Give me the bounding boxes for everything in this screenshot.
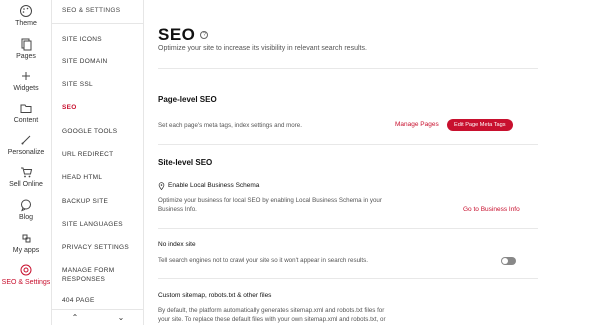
local-business-description-line1: Optimize your business for local SEO by … — [158, 197, 382, 204]
divider — [158, 278, 538, 279]
settings-menu: SEO & SETTINGS SITE ICONS SITE DOMAIN SI… — [52, 0, 144, 325]
rail-item-seo-settings[interactable]: SEO & Settings — [0, 263, 52, 286]
chevron-down-icon[interactable]: ⌄ — [118, 313, 125, 322]
pages-icon — [21, 38, 32, 51]
rail-item-personalize[interactable]: Personalize — [0, 133, 52, 156]
chevron-up-icon[interactable]: ⌃ — [72, 313, 79, 322]
menu-item-site-ssl[interactable]: SITE SSL — [62, 80, 142, 89]
rail-label: Sell Online — [9, 181, 43, 188]
divider — [158, 68, 538, 69]
settings-icon — [20, 264, 32, 276]
menu-item-backup-site[interactable]: BACKUP SITE — [62, 197, 142, 206]
menu-item-head-html[interactable]: HEAD HTML — [62, 173, 142, 182]
rail-label: Content — [13, 117, 39, 124]
divider — [158, 144, 538, 145]
rail-item-sell-online[interactable]: Sell Online — [0, 165, 52, 188]
no-index-toggle[interactable] — [501, 257, 516, 265]
location-pin-icon — [158, 182, 165, 190]
apps-icon — [22, 234, 31, 243]
icon-rail: Theme Pages Widgets Content Personalize … — [0, 0, 52, 325]
manage-pages-link[interactable]: Manage Pages — [395, 121, 439, 128]
go-to-business-info-link[interactable]: Go to Business Info — [463, 206, 520, 213]
page-level-seo-title: Page-level SEO — [158, 95, 217, 104]
no-index-description: Tell search engines not to crawl your si… — [158, 257, 368, 264]
rail-item-blog[interactable]: Blog — [0, 198, 52, 221]
page-title: SEO — [158, 25, 196, 44]
rail-item-widgets[interactable]: Widgets — [0, 69, 52, 92]
custom-files-description-line2: your site. To replace these default file… — [158, 316, 386, 323]
cart-icon — [21, 167, 33, 178]
menu-item-google-tools[interactable]: GOOGLE TOOLS — [62, 127, 142, 136]
title-row: SEO ? — [158, 25, 209, 45]
menu-item-privacy-settings[interactable]: PRIVACY SETTINGS — [62, 243, 142, 252]
menu-item-404-page[interactable]: 404 PAGE — [62, 296, 142, 305]
menu-item-site-domain[interactable]: SITE DOMAIN — [62, 57, 142, 66]
menu-header: SEO & SETTINGS — [52, 0, 144, 24]
rail-item-theme[interactable]: Theme — [0, 4, 52, 27]
rail-label: Pages — [16, 53, 36, 60]
divider — [158, 228, 538, 229]
rail-item-my-apps[interactable]: My apps — [0, 231, 52, 254]
help-icon[interactable]: ? — [200, 31, 209, 39]
rail-label: Theme — [15, 20, 37, 27]
rail-label: Blog — [18, 214, 33, 221]
rail-label: Personalize — [7, 149, 45, 156]
menu-item-site-languages[interactable]: SITE LANGUAGES — [62, 220, 142, 229]
no-index-label: No index site — [158, 241, 196, 248]
menu-item-manage-form-responses[interactable]: MANAGE FORM RESPONSES — [62, 266, 142, 284]
local-business-label: Enable Local Business Schema — [168, 182, 260, 189]
personalize-icon — [21, 135, 31, 145]
seo-panel: SEO ? Optimize your site to increase its… — [158, 0, 538, 325]
rail-label: Widgets — [13, 85, 39, 92]
page-subtitle: Optimize your site to increase its visib… — [158, 45, 367, 52]
rail-label: My apps — [12, 247, 40, 254]
menu-item-seo[interactable]: SEO — [62, 103, 142, 112]
custom-files-label: Custom sitemap, robots.txt & other files — [158, 292, 272, 299]
rail-item-content[interactable]: Content — [0, 101, 52, 124]
palette-icon — [20, 5, 32, 17]
chat-icon — [21, 199, 31, 212]
folder-icon — [20, 104, 32, 113]
menu-scroll-controls: ⌃ ⌄ — [52, 309, 144, 325]
menu-item-site-icons[interactable]: SITE ICONS — [62, 35, 142, 44]
menu-item-url-redirect[interactable]: URL REDIRECT — [62, 150, 142, 159]
local-business-description-line2: Business Info. — [158, 206, 197, 213]
site-level-seo-title: Site-level SEO — [158, 158, 213, 167]
plus-icon — [22, 72, 30, 80]
edit-page-meta-tags-button[interactable]: Edit Page Meta Tags — [447, 119, 513, 131]
page-level-seo-description: Set each page's meta tags, index setting… — [158, 122, 302, 129]
rail-label: SEO & Settings — [1, 279, 51, 286]
rail-item-pages[interactable]: Pages — [0, 37, 52, 60]
custom-files-description-line1: By default, the platform automatically g… — [158, 307, 385, 314]
